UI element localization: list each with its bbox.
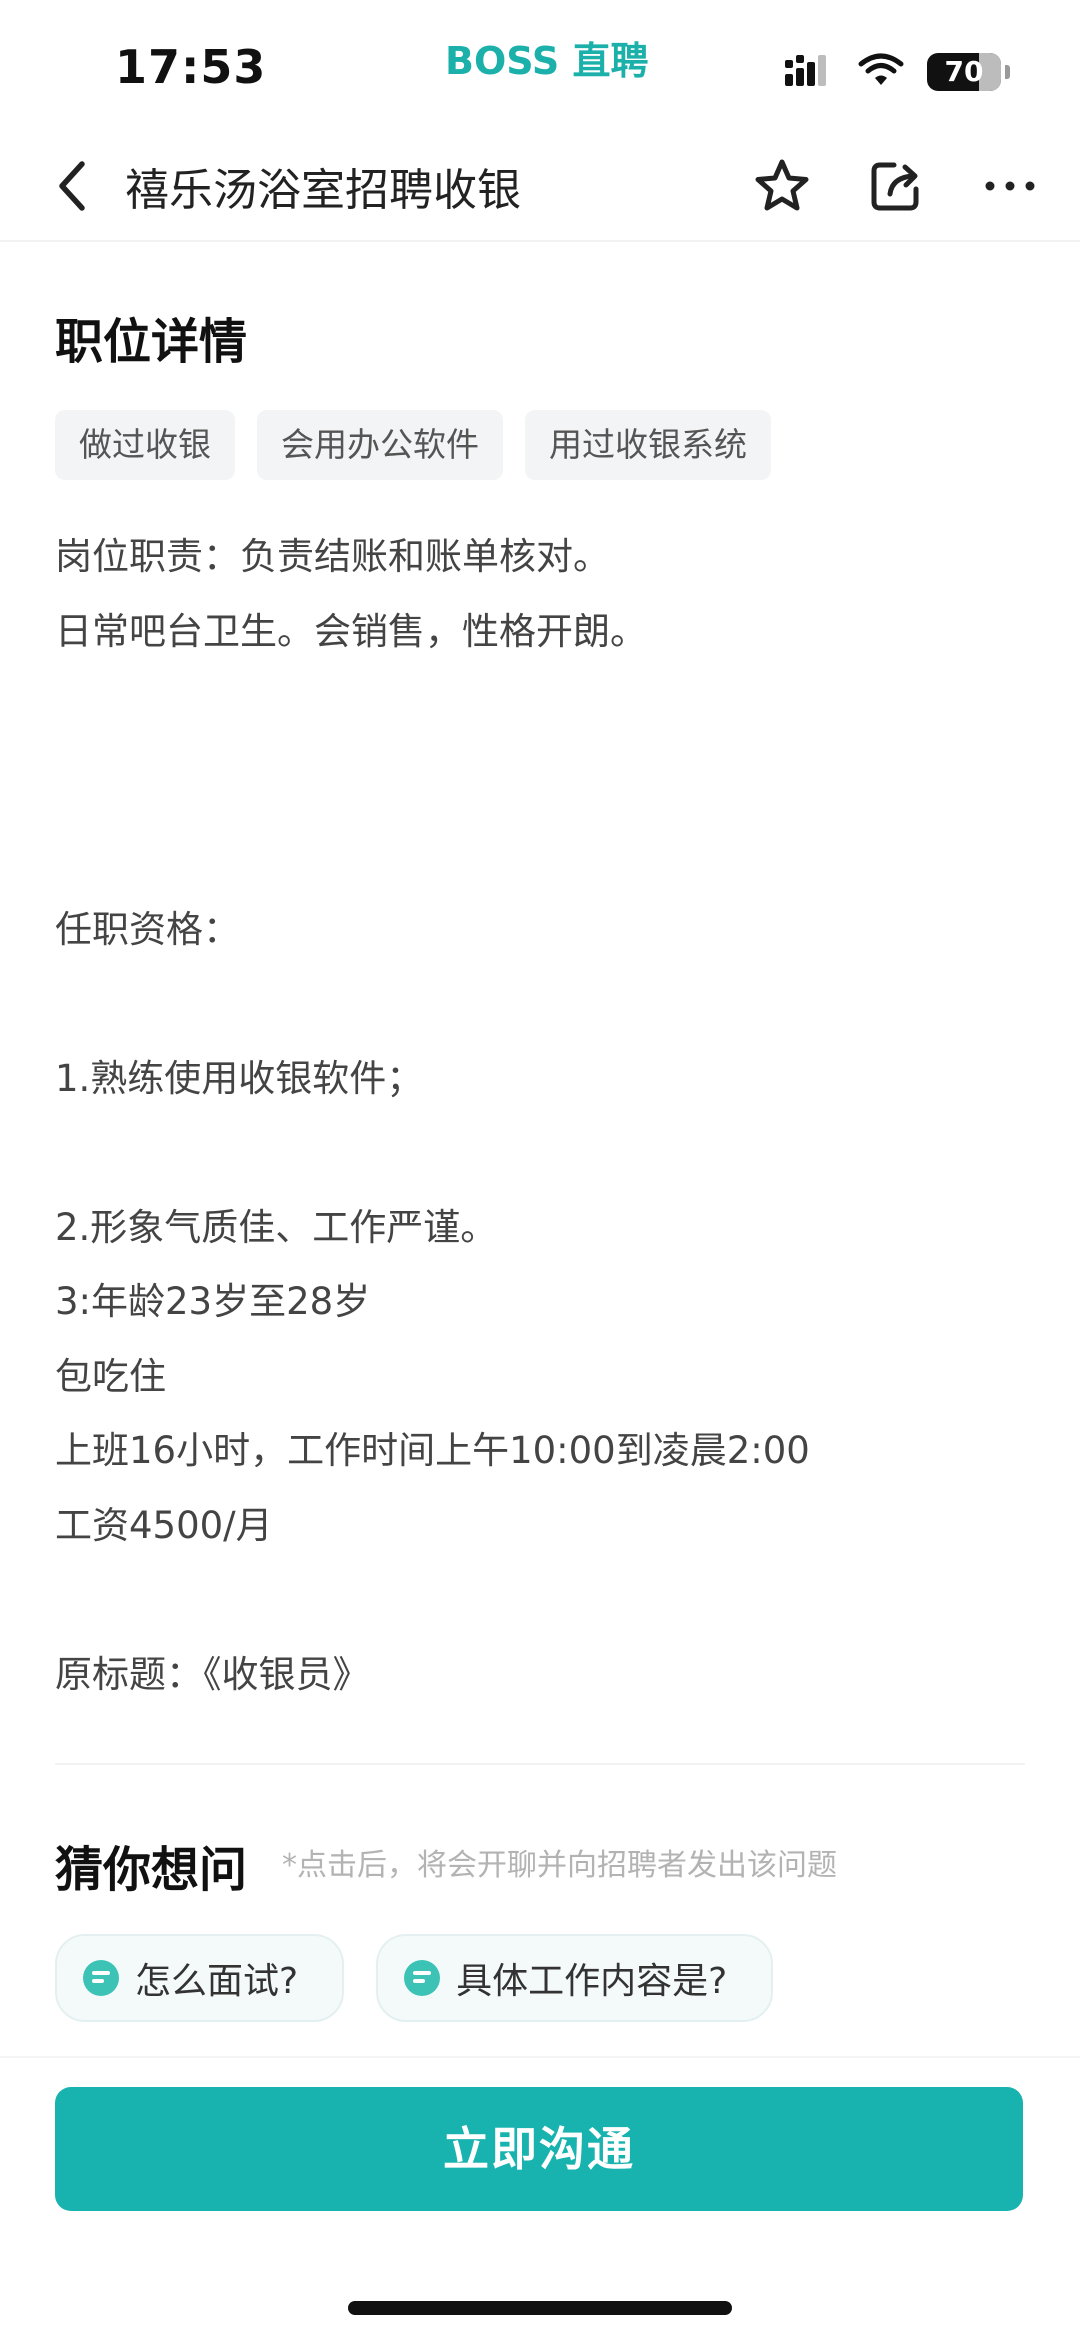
description-line: 任职资格： — [55, 907, 240, 951]
chat-now-button[interactable]: 立即沟通 — [55, 2087, 1023, 2211]
guess-title: 猜你想问 — [55, 1842, 248, 1898]
description-line: 3:年龄23岁至28岁 — [55, 1280, 371, 1323]
guess-hint: *点击后，将会开聊并向招聘者发出该问题 — [282, 1848, 837, 1883]
chat-bubble-icon — [404, 1960, 441, 1996]
more-icon — [985, 181, 1035, 191]
share-button[interactable] — [866, 156, 926, 216]
status-icons: 70 — [785, 50, 1010, 94]
description-line: 原标题：《收银员》 — [55, 1652, 370, 1696]
skill-tag: 用过收银系统 — [525, 410, 771, 480]
share-icon — [871, 162, 919, 211]
brand-label: BOSS 直聘 — [445, 39, 649, 83]
back-arrow-icon — [59, 161, 85, 211]
description-line: 工资4500/月 — [55, 1503, 273, 1547]
description-line — [55, 744, 1025, 819]
skill-tags: 做过收银 会用办公软件 用过收银系统 — [55, 410, 771, 480]
description-line — [55, 1563, 1025, 1638]
description-line: 2.形象气质佳、工作严谨。 — [55, 1205, 498, 1249]
status-time: 17:53 — [115, 40, 267, 94]
question-label: 怎么面试? — [135, 1961, 299, 2002]
chat-bubble-icon — [83, 1960, 119, 1996]
battery-cap — [1005, 65, 1010, 79]
description-line — [55, 1116, 1025, 1191]
question-label: 具体工作内容是? — [456, 1961, 728, 2002]
favorite-button[interactable] — [752, 156, 812, 216]
suggested-questions: 怎么面试? 具体工作内容是? — [55, 1934, 774, 2022]
description-line: 1.熟练使用收银软件； — [55, 1056, 424, 1100]
cellular-signal-icon — [785, 52, 835, 92]
divider — [55, 1763, 1025, 1765]
description-line: 上班16小时，工作时间上午10:00到凌晨2:00 — [55, 1429, 810, 1472]
description-line: 包吃住 — [55, 1354, 166, 1398]
wifi-icon — [857, 52, 905, 92]
skill-tag: 做过收银 — [55, 410, 235, 480]
nav-actions — [752, 150, 1040, 222]
battery-icon: 70 — [927, 53, 1001, 91]
back-button[interactable] — [50, 156, 94, 216]
section-title: 职位详情 — [55, 314, 248, 370]
description-line: 岗位职责：负责结账和账单核对。 — [55, 535, 610, 578]
question-chip[interactable]: 具体工作内容是? — [376, 1934, 774, 2022]
page-title: 禧乐汤浴室招聘收银 — [125, 165, 521, 216]
description-line — [55, 967, 1025, 1042]
description-line: 日常吧台卫生。会销售，性格开朗。 — [55, 609, 647, 653]
description-line — [55, 669, 1025, 744]
skill-tag: 会用办公软件 — [257, 410, 503, 480]
star-icon — [755, 159, 809, 211]
question-chip[interactable]: 怎么面试? — [55, 1934, 345, 2022]
status-bar: 17:53 BOSS 直聘 70 — [0, 0, 1080, 130]
battery-level: 70 — [944, 55, 984, 88]
bottom-bar: 立即沟通 — [0, 2056, 1080, 2337]
job-description: 岗位职责：负责结账和账单核对。 日常吧台卫生。会销售，性格开朗。 任职资格： 1… — [55, 520, 1025, 1712]
home-indicator — [348, 2301, 732, 2315]
description-line — [55, 818, 1025, 893]
nav-bar: 禧乐汤浴室招聘收银 — [0, 130, 1080, 242]
more-button[interactable] — [980, 156, 1040, 216]
